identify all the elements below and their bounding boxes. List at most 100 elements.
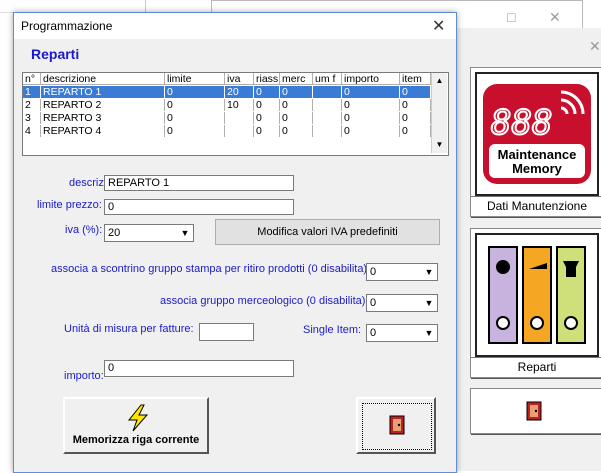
logo-digits: 888 — [491, 103, 552, 143]
table-cell — [313, 125, 342, 137]
background-exit-button[interactable] — [470, 388, 601, 434]
programmazione-dialog: Programmazione ✕ Reparti n° descrizione … — [13, 12, 457, 473]
single-item-label: Single Item: — [303, 324, 362, 336]
table-row[interactable]: 1 REPARTO 1 0 20 0 0 0 0 — [23, 86, 431, 98]
table-cell: REPARTO 1 — [41, 86, 165, 98]
dialog-titlebar[interactable]: Programmazione ✕ — [14, 13, 456, 39]
scroll-up-icon[interactable]: ▲ — [433, 74, 446, 87]
close-icon[interactable]: ✕ — [549, 9, 561, 26]
exit-door-icon — [389, 415, 405, 435]
column-header[interactable]: um f — [313, 73, 342, 85]
section-title: Reparti — [31, 46, 80, 62]
logo-line2: Memory — [512, 161, 563, 176]
column-header[interactable]: limite — [165, 73, 225, 85]
background-window-panel: ✕ 888 Maintenance Memory Dati Manutenzio… — [440, 28, 601, 471]
table-cell: REPARTO 2 — [41, 99, 165, 111]
table-cell — [225, 112, 254, 124]
close-icon[interactable]: ✕ — [589, 38, 601, 55]
iva-label: iva (%): — [65, 224, 103, 236]
table-cell: 0 — [254, 86, 280, 98]
unita-misura-label: Unità di misura per fatture: — [64, 323, 194, 335]
exit-button[interactable] — [356, 397, 436, 454]
column-header[interactable]: descrizione — [41, 73, 165, 85]
scontrino-dropdown[interactable]: 0 ▼ — [366, 263, 438, 281]
merceologico-dropdown[interactable]: 0 ▼ — [366, 294, 438, 312]
exit-door-icon — [526, 401, 542, 421]
table-cell: 0 — [400, 112, 431, 124]
close-icon[interactable]: ✕ — [432, 16, 445, 36]
column-header[interactable]: importo — [342, 73, 400, 85]
memorizza-button[interactable]: Memorizza riga corrente — [63, 397, 209, 454]
memorizza-label: Memorizza riga corrente — [72, 434, 200, 446]
table-cell — [313, 112, 342, 124]
table-cell: 0 — [342, 99, 400, 111]
table-cell: 20 — [225, 86, 254, 98]
table-row[interactable]: 3 REPARTO 3 0 0 0 0 0 — [23, 112, 431, 124]
table-cell: 0 — [280, 125, 313, 137]
table-cell — [313, 86, 342, 98]
column-header[interactable]: iva — [225, 73, 254, 85]
table-header: n° descrizione limite iva riass. merc um… — [23, 73, 431, 85]
reparti-tile[interactable]: Reparti — [470, 228, 601, 378]
maintenance-tile-caption: Dati Manutenzione — [471, 196, 601, 215]
table-cell: 0 — [342, 125, 400, 137]
merceologico-label: associa gruppo merceologico (0 disabilit… — [160, 295, 369, 307]
table-cell: REPARTO 4 — [41, 125, 165, 137]
column-header[interactable]: riass. — [254, 73, 280, 85]
maintenance-tile[interactable]: 888 Maintenance Memory Dati Manutenzione — [470, 67, 601, 217]
table-cell: 3 — [23, 112, 41, 124]
descrizione-field[interactable]: REPARTO 1 — [104, 175, 294, 191]
unita-misura-field[interactable] — [199, 323, 254, 341]
chevron-down-icon[interactable]: ▼ — [422, 296, 436, 311]
table-cell: 0 — [254, 99, 280, 111]
single-item-value: 0 — [370, 327, 377, 339]
iva-dropdown[interactable]: 20 ▼ — [104, 224, 194, 242]
binders-icon — [475, 233, 599, 357]
table-cell: 0 — [280, 112, 313, 124]
table-cell — [313, 99, 342, 111]
reparti-table[interactable]: n° descrizione limite iva riass. merc um… — [22, 72, 449, 156]
single-item-dropdown[interactable]: 0 ▼ — [366, 324, 438, 342]
scontrino-label: associa a scontrino gruppo stampa per ri… — [51, 263, 371, 275]
table-row[interactable]: 4 REPARTO 4 0 0 0 0 0 — [23, 125, 431, 137]
scroll-down-icon[interactable]: ▼ — [433, 138, 446, 151]
lightning-icon — [127, 404, 149, 432]
table-cell: 0 — [254, 112, 280, 124]
table-cell — [225, 125, 254, 137]
column-header[interactable]: merc — [280, 73, 313, 85]
table-cell: 0 — [400, 125, 431, 137]
table-cell: 2 — [23, 99, 41, 111]
table-cell: 0 — [342, 86, 400, 98]
limite-prezzo-field[interactable]: 0 — [104, 199, 294, 215]
scontrino-value: 0 — [370, 266, 377, 278]
column-header[interactable]: n° — [23, 73, 41, 85]
table-cell: 0 — [165, 112, 225, 124]
logo-line1: Maintenance — [498, 147, 577, 162]
table-cell: 0 — [400, 99, 431, 111]
table-row[interactable]: 2 REPARTO 2 0 10 0 0 0 0 — [23, 99, 431, 111]
table-cell: 1 — [23, 86, 41, 98]
background-window-edge — [145, 0, 146, 12]
limite-prezzo-label: limite prezzo: — [37, 199, 102, 211]
chevron-down-icon[interactable]: ▼ — [422, 265, 436, 280]
table-scrollbar[interactable]: ▲ ▼ — [431, 73, 447, 153]
iva-value: 20 — [108, 227, 121, 239]
table-cell: 0 — [280, 86, 313, 98]
chevron-down-icon[interactable]: ▼ — [422, 326, 436, 341]
reparti-tile-caption: Reparti — [471, 357, 601, 376]
merceologico-value: 0 — [370, 297, 377, 309]
table-cell: 0 — [342, 112, 400, 124]
chevron-down-icon[interactable]: ▼ — [178, 226, 192, 241]
table-cell: 0 — [165, 99, 225, 111]
table-cell: 0 — [400, 86, 431, 98]
importo-field[interactable]: 0 — [104, 360, 294, 377]
column-header[interactable]: item — [400, 73, 431, 85]
minimize-icon[interactable]: □ — [507, 9, 515, 25]
table-cell: 0 — [254, 125, 280, 137]
dialog-title: Programmazione — [21, 19, 113, 33]
table-cell: 10 — [225, 99, 254, 111]
table-cell: REPARTO 3 — [41, 112, 165, 124]
modifica-iva-button[interactable]: Modifica valori IVA predefiniti — [215, 219, 440, 245]
table-cell: 0 — [280, 99, 313, 111]
table-cell: 4 — [23, 125, 41, 137]
